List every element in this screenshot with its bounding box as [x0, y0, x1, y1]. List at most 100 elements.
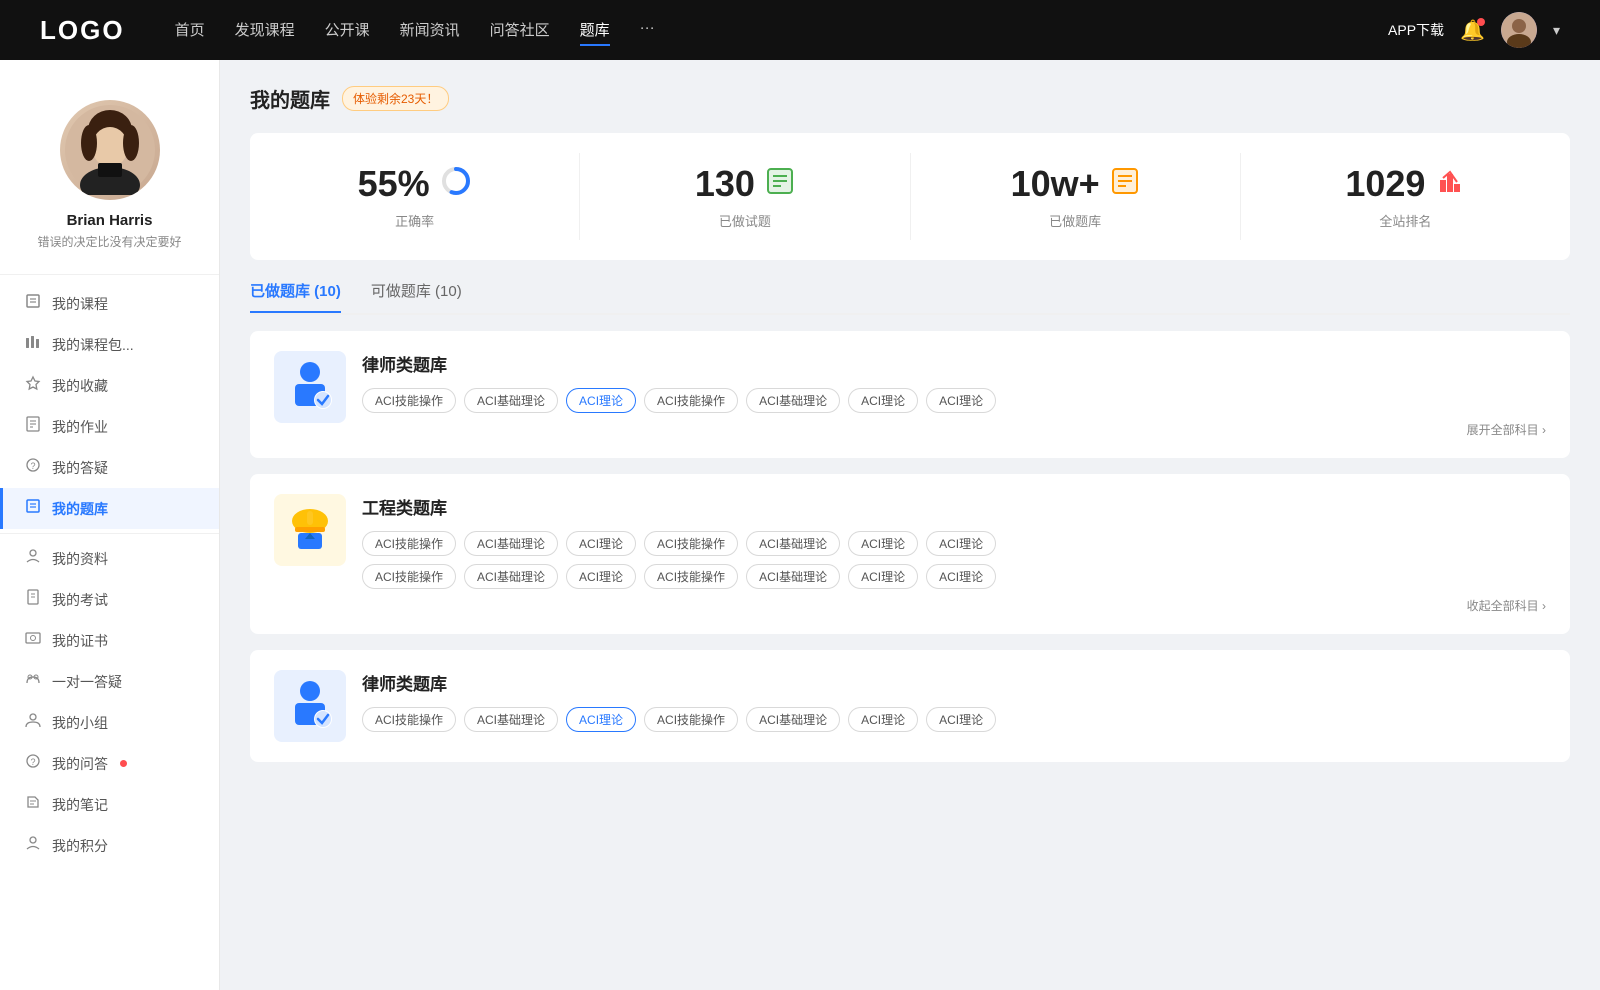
tag-3-7[interactable]: ACI理论 — [926, 707, 996, 732]
qbank-card-3: 律师类题库 ACI技能操作 ACI基础理论 ACI理论 ACI技能操作 ACI基… — [250, 650, 1570, 762]
tag-1-3[interactable]: ACI理论 — [566, 388, 636, 413]
qbank-header-2: 工程类题库 ACI技能操作 ACI基础理论 ACI理论 ACI技能操作 ACI基… — [274, 494, 1546, 614]
sidebar-item-homework[interactable]: 我的作业 — [0, 406, 219, 447]
tag-3-6[interactable]: ACI理论 — [848, 707, 918, 732]
user-avatar-image — [1501, 12, 1537, 48]
accuracy-value: 55% — [358, 163, 430, 205]
sidebar-label-one-on-one: 一对一答疑 — [52, 672, 122, 692]
dropdown-arrow-icon[interactable]: ▾ — [1553, 22, 1560, 39]
sidebar-label-points: 我的积分 — [52, 836, 108, 856]
tag-3-3[interactable]: ACI理论 — [566, 707, 636, 732]
sidebar-item-favorites[interactable]: 我的收藏 — [0, 365, 219, 406]
tag-2-3[interactable]: ACI理论 — [566, 531, 636, 556]
avatar[interactable] — [1501, 12, 1537, 48]
tag-2-14[interactable]: ACI理论 — [926, 564, 996, 589]
nav-news[interactable]: 新闻资讯 — [400, 15, 460, 46]
tag-2-12[interactable]: ACI基础理论 — [746, 564, 840, 589]
sidebar-item-certificate[interactable]: 我的证书 — [0, 620, 219, 661]
sidebar-item-question-bank[interactable]: 我的题库 — [0, 488, 219, 529]
trial-badge: 体验剩余23天！ — [342, 86, 449, 111]
nav-menu: 首页 发现课程 公开课 新闻资讯 问答社区 题库 ··· — [175, 15, 1388, 46]
tag-3-5[interactable]: ACI基础理论 — [746, 707, 840, 732]
sidebar-item-exam[interactable]: 我的考试 — [0, 579, 219, 620]
stats-card: 55% 正确率 130 — [250, 133, 1570, 260]
tab-available-banks[interactable]: 可做题库 (10) — [371, 280, 462, 313]
points-icon — [24, 835, 42, 856]
sidebar-item-my-qa[interactable]: ? 我的问答 — [0, 743, 219, 784]
tag-3-2[interactable]: ACI基础理论 — [464, 707, 558, 732]
sidebar-item-course-package[interactable]: 我的课程包... — [0, 324, 219, 365]
question-bank-icon — [24, 498, 42, 519]
sidebar-label-notes: 我的笔记 — [52, 795, 108, 815]
notes-icon — [24, 794, 42, 815]
page-header: 我的题库 体验剩余23天！ — [250, 84, 1570, 113]
app-download-button[interactable]: APP下载 — [1388, 20, 1444, 40]
tag-2-8[interactable]: ACI技能操作 — [362, 564, 456, 589]
tag-2-6[interactable]: ACI理论 — [848, 531, 918, 556]
accuracy-label: 正确率 — [270, 211, 559, 230]
tag-2-9[interactable]: ACI基础理论 — [464, 564, 558, 589]
tag-1-5[interactable]: ACI基础理论 — [746, 388, 840, 413]
tag-2-11[interactable]: ACI技能操作 — [644, 564, 738, 589]
notification-bell-icon[interactable]: 🔔 — [1460, 18, 1485, 43]
nav-qa[interactable]: 问答社区 — [490, 15, 550, 46]
tag-2-7[interactable]: ACI理论 — [926, 531, 996, 556]
profile-section: Brian Harris 错误的决定比没有决定要好 — [0, 80, 219, 266]
exam-icon — [24, 589, 42, 610]
tag-2-5[interactable]: ACI基础理论 — [746, 531, 840, 556]
tag-2-2[interactable]: ACI基础理论 — [464, 531, 558, 556]
one-on-one-icon — [24, 671, 42, 692]
my-qa-notification-dot — [120, 760, 127, 767]
ranking-icon — [1435, 166, 1465, 203]
profile-photo — [65, 105, 155, 195]
nav-home[interactable]: 首页 — [175, 15, 205, 46]
tag-1-1[interactable]: ACI技能操作 — [362, 388, 456, 413]
done-questions-value: 130 — [695, 163, 755, 205]
qbank-tags-1: ACI技能操作 ACI基础理论 ACI理论 ACI技能操作 ACI基础理论 AC… — [362, 388, 1546, 413]
qbank-title-3: 律师类题库 — [362, 670, 1546, 695]
collapse-link-2[interactable]: 收起全部科目 › — [362, 597, 1546, 614]
qbank-tags-3: ACI技能操作 ACI基础理论 ACI理论 ACI技能操作 ACI基础理论 AC… — [362, 707, 1546, 732]
qbank-icon-engineer — [274, 494, 346, 566]
nav-discover[interactable]: 发现课程 — [235, 15, 295, 46]
tag-2-4[interactable]: ACI技能操作 — [644, 531, 738, 556]
nav-question-bank[interactable]: 题库 — [580, 15, 610, 46]
nav-opencourse[interactable]: 公开课 — [325, 15, 370, 46]
qbank-title-2: 工程类题库 — [362, 494, 1546, 519]
tag-3-4[interactable]: ACI技能操作 — [644, 707, 738, 732]
profile-avatar — [60, 100, 160, 200]
qbank-header-1: 律师类题库 ACI技能操作 ACI基础理论 ACI理论 ACI技能操作 ACI基… — [274, 351, 1546, 438]
tag-3-1[interactable]: ACI技能操作 — [362, 707, 456, 732]
sidebar-item-group[interactable]: 我的小组 — [0, 702, 219, 743]
sidebar-item-my-courses[interactable]: 我的课程 — [0, 283, 219, 324]
tag-2-13[interactable]: ACI理论 — [848, 564, 918, 589]
done-banks-value: 10w+ — [1011, 163, 1100, 205]
tag-1-4[interactable]: ACI技能操作 — [644, 388, 738, 413]
expand-link-1[interactable]: 展开全部科目 › — [362, 421, 1546, 438]
done-questions-label: 已做试题 — [600, 211, 889, 230]
tag-2-1[interactable]: ACI技能操作 — [362, 531, 456, 556]
main-layout: Brian Harris 错误的决定比没有决定要好 我的课程 我的课程包... — [0, 60, 1600, 990]
top-navigation: LOGO 首页 发现课程 公开课 新闻资讯 问答社区 题库 ··· APP下载 … — [0, 0, 1600, 60]
sidebar-item-materials[interactable]: 我的资料 — [0, 538, 219, 579]
tag-1-7[interactable]: ACI理论 — [926, 388, 996, 413]
done-banks-label: 已做题库 — [931, 211, 1220, 230]
sidebar-item-points[interactable]: 我的积分 — [0, 825, 219, 866]
stat-ranking: 1029 全站排名 — [1241, 153, 1570, 240]
tag-1-6[interactable]: ACI理论 — [848, 388, 918, 413]
user-motto: 错误的决定比没有决定要好 — [20, 233, 199, 250]
sidebar-item-one-on-one[interactable]: 一对一答疑 — [0, 661, 219, 702]
sidebar-item-qa[interactable]: ? 我的答疑 — [0, 447, 219, 488]
divider-1 — [0, 274, 219, 275]
stat-done-questions: 130 已做试题 — [580, 153, 910, 240]
sidebar-label-materials: 我的资料 — [52, 549, 108, 569]
tab-done-banks[interactable]: 已做题库 (10) — [250, 280, 341, 313]
tag-2-10[interactable]: ACI理论 — [566, 564, 636, 589]
qbank-card-2: 工程类题库 ACI技能操作 ACI基础理论 ACI理论 ACI技能操作 ACI基… — [250, 474, 1570, 634]
sidebar-item-notes[interactable]: 我的笔记 — [0, 784, 219, 825]
tag-1-2[interactable]: ACI基础理论 — [464, 388, 558, 413]
stat-done-banks: 10w+ 已做题库 — [911, 153, 1241, 240]
ranking-value: 1029 — [1345, 163, 1425, 205]
done-banks-icon — [1110, 166, 1140, 203]
nav-more[interactable]: ··· — [640, 15, 655, 46]
